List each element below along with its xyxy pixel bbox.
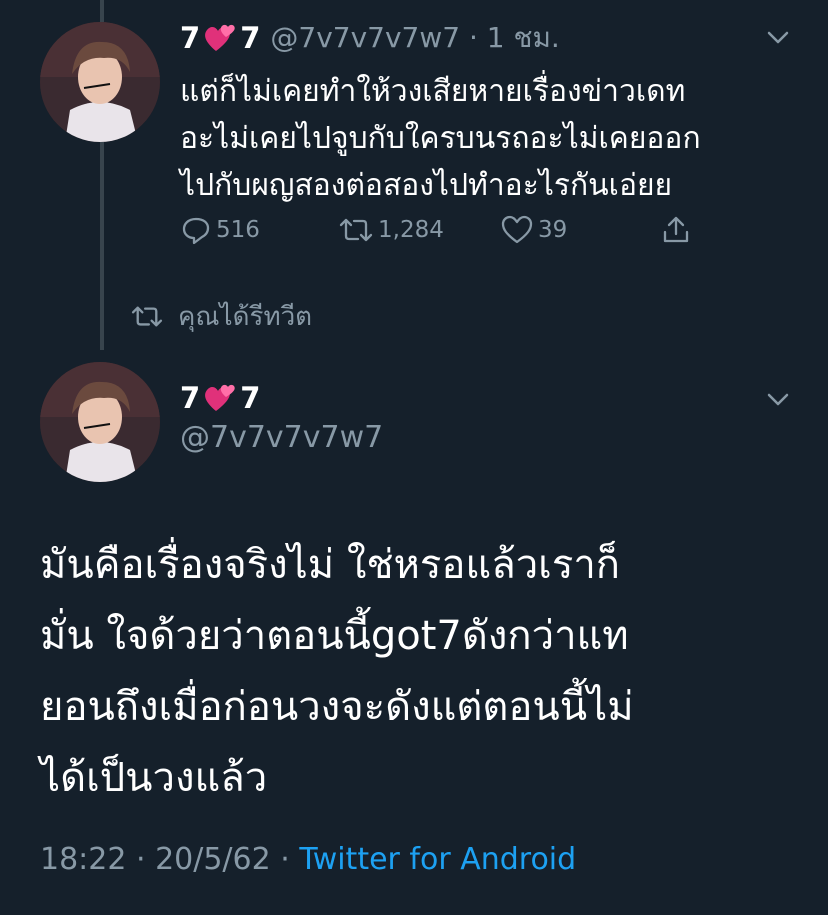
avatar[interactable]: [40, 22, 160, 142]
retweet-button[interactable]: 1,284: [338, 214, 444, 246]
reply-icon: [182, 217, 210, 245]
display-name-text: 7: [180, 21, 201, 55]
tweet-metadata: 18:22 · 20/5/62 · Twitter for Android: [40, 842, 576, 877]
avatar[interactable]: [40, 362, 160, 482]
retweet-icon: [339, 218, 373, 242]
main-header: 7 7: [180, 378, 260, 418]
like-button[interactable]: 39: [500, 214, 567, 246]
display-name-text: 7: [240, 381, 261, 415]
main-tweet-text: มันคือเรื่องจริงไม่ ใช่หรอแล้วเราก็ มั่น…: [40, 542, 634, 801]
retweet-icon: [131, 306, 163, 327]
reply-tweet-text: แต่ก็ไม่เคยทำให้วงเสียหายเรื่องข่าวเดท อ…: [180, 74, 701, 203]
profile-photo: [40, 22, 160, 142]
two-hearts-icon: [205, 24, 235, 51]
like-count: 39: [538, 217, 568, 243]
two-hearts-icon: [205, 384, 235, 411]
profile-photo: [40, 362, 160, 482]
display-name[interactable]: 7 7: [180, 21, 260, 55]
display-name-text: 7: [180, 381, 201, 415]
handle[interactable]: @7v7v7v7w7: [180, 420, 383, 455]
timestamp: 18:22 · 20/5/62 ·: [40, 842, 300, 877]
display-name-text: 7: [240, 21, 261, 55]
tweet-actions: 516 1,284 39: [180, 214, 700, 256]
retweet-count: 1,284: [378, 217, 444, 243]
heart-icon: [501, 215, 533, 244]
source-link[interactable]: Twitter for Android: [299, 842, 576, 877]
retweet-notice: คุณได้รีทวีต: [130, 296, 312, 337]
chevron-down-icon[interactable]: [764, 386, 792, 414]
reply-header: 7 7 @7v7v7v7w7 · 1 ชม.: [180, 18, 560, 58]
reply-button[interactable]: 516: [180, 214, 260, 246]
share-icon: [663, 216, 689, 243]
share-button[interactable]: [660, 214, 696, 246]
handle-and-time[interactable]: @7v7v7v7w7 · 1 ชม.: [270, 16, 559, 60]
reply-count: 516: [216, 217, 260, 243]
display-name[interactable]: 7 7: [180, 381, 260, 415]
chevron-down-icon[interactable]: [764, 24, 792, 52]
retweet-notice-text: คุณได้รีทวีต: [178, 302, 313, 332]
